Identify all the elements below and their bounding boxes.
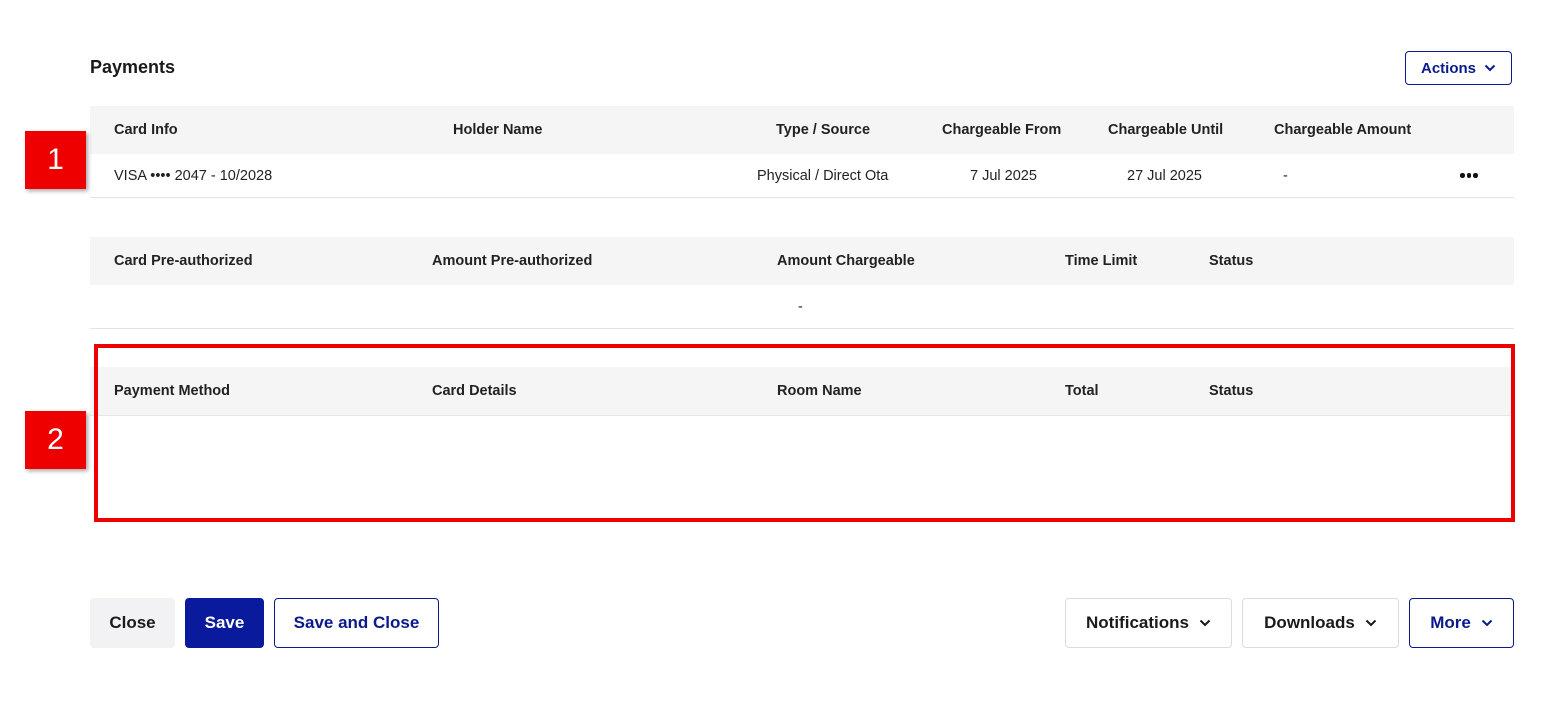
column-header-amount-chargeable: Amount Chargeable bbox=[777, 253, 915, 269]
actions-dropdown-button[interactable]: Actions bbox=[1405, 51, 1512, 85]
column-header-status: Status bbox=[1209, 253, 1254, 269]
column-header-type-source: Type / Source bbox=[776, 122, 871, 138]
column-header-room-name: Room Name bbox=[777, 383, 862, 399]
close-button[interactable]: Close bbox=[90, 598, 175, 648]
column-header-card-preauthorized: Card Pre-authorized bbox=[114, 253, 253, 269]
column-header-payment-method: Payment Method bbox=[114, 383, 231, 399]
payments-table-header: Payment Method Card Details Room Name To… bbox=[90, 367, 1514, 416]
card-info-cell: VISA •••• 2047 - 10/2028 bbox=[114, 167, 273, 184]
downloads-label: Downloads bbox=[1264, 613, 1355, 632]
chargeable-from-cell: 7 Jul 2025 bbox=[970, 167, 1037, 184]
annotation-marker-1: 1 bbox=[25, 131, 86, 189]
column-header-card-details: Card Details bbox=[432, 383, 517, 399]
save-and-close-button[interactable]: Save and Close bbox=[274, 598, 439, 648]
save-button[interactable]: Save bbox=[185, 598, 264, 648]
table-row[interactable]: VISA •••• 2047 - 10/2028 Physical / Dire… bbox=[90, 154, 1514, 198]
column-header-chargeable-from: Chargeable From bbox=[942, 122, 1062, 138]
chevron-down-icon bbox=[1484, 64, 1496, 72]
notifications-dropdown-button[interactable]: Notifications bbox=[1065, 598, 1232, 648]
amount-chargeable-cell: - bbox=[798, 298, 803, 315]
column-header-status: Status bbox=[1209, 383, 1254, 399]
section-title: Payments bbox=[90, 57, 176, 77]
preauth-table-header: Card Pre-authorized Amount Pre-authorize… bbox=[90, 237, 1514, 286]
actions-label: Actions bbox=[1420, 59, 1476, 77]
chevron-down-icon bbox=[1199, 619, 1211, 627]
column-header-chargeable-until: Chargeable Until bbox=[1108, 122, 1224, 138]
cards-table-header: Card Info Holder Name Type / Source Char… bbox=[90, 106, 1514, 155]
chevron-down-icon bbox=[1365, 619, 1377, 627]
more-label: More bbox=[1430, 613, 1471, 632]
payments-page: Payments Actions Card Info Holder Name T… bbox=[0, 0, 1548, 715]
column-header-holder-name: Holder Name bbox=[453, 122, 543, 138]
column-header-chargeable-amount: Chargeable Amount bbox=[1274, 122, 1412, 138]
column-header-card-info: Card Info bbox=[114, 122, 178, 138]
annotation-marker-2: 2 bbox=[25, 411, 86, 469]
downloads-dropdown-button[interactable]: Downloads bbox=[1242, 598, 1399, 648]
notifications-label: Notifications bbox=[1086, 613, 1189, 632]
chargeable-amount-cell: - bbox=[1283, 167, 1288, 184]
chevron-down-icon bbox=[1481, 619, 1493, 627]
table-row: - bbox=[90, 285, 1514, 329]
chargeable-until-cell: 27 Jul 2025 bbox=[1127, 167, 1202, 184]
column-header-amount-preauthorized: Amount Pre-authorized bbox=[432, 253, 593, 269]
more-horizontal-icon[interactable] bbox=[1460, 154, 1478, 197]
more-dropdown-button[interactable]: More bbox=[1409, 598, 1514, 648]
column-header-time-limit: Time Limit bbox=[1065, 253, 1138, 269]
column-header-total: Total bbox=[1065, 383, 1099, 399]
type-source-cell: Physical / Direct Ota bbox=[757, 167, 889, 184]
